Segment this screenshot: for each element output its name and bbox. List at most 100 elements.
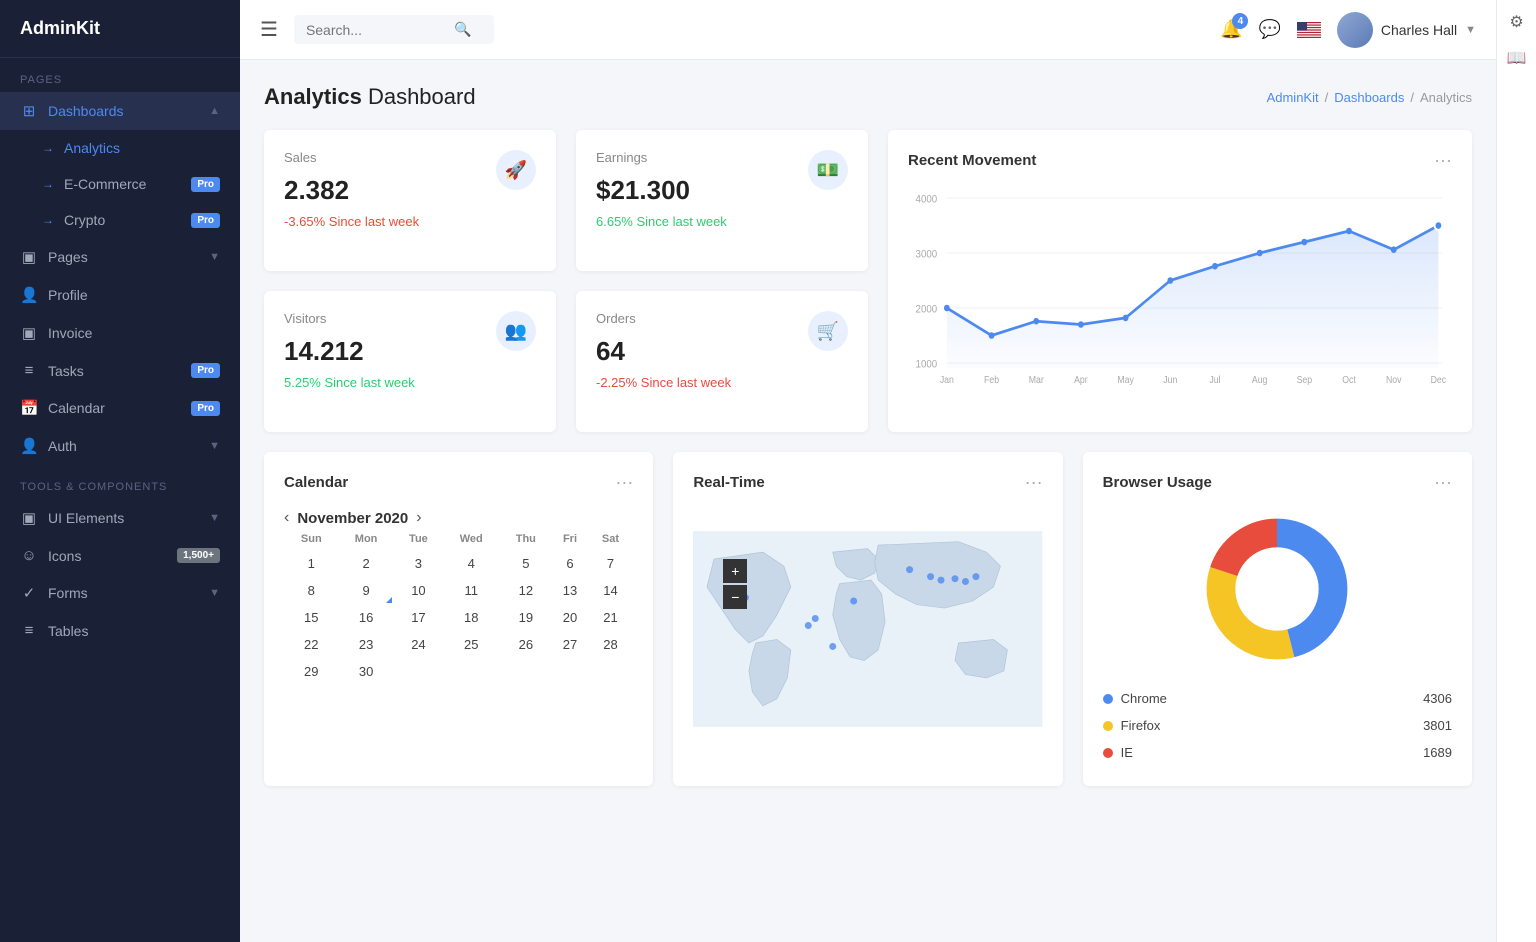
cal-day[interactable]: [443, 659, 499, 684]
cal-day[interactable]: 19: [501, 605, 550, 630]
cal-day[interactable]: 21: [590, 605, 632, 630]
cal-day[interactable]: [552, 659, 587, 684]
arrow-icon: →: [42, 177, 54, 191]
map-zoom-out-button[interactable]: −: [723, 585, 747, 609]
cal-day[interactable]: 27: [552, 632, 587, 657]
cal-day[interactable]: [552, 686, 587, 696]
cal-day[interactable]: 8: [286, 578, 337, 603]
header-right: 🔔 4 💬 Charles Hall ▼: [1220, 12, 1476, 48]
cal-day[interactable]: 2: [339, 551, 394, 576]
sidebar-item-ui-elements[interactable]: ▣ UI Elements ▼: [0, 499, 240, 537]
cal-day[interactable]: [339, 686, 394, 696]
svg-text:Feb: Feb: [984, 374, 999, 385]
cal-day[interactable]: 13: [552, 578, 587, 603]
cal-day-thu: Thu: [501, 529, 550, 549]
browser-title: Browser Usage: [1103, 474, 1212, 491]
cal-day[interactable]: 11: [443, 578, 499, 603]
cal-day[interactable]: [501, 659, 550, 684]
browser-more-button[interactable]: ···: [1434, 472, 1452, 493]
arrow-icon: →: [42, 213, 54, 227]
cal-day[interactable]: [396, 659, 442, 684]
sidebar-item-ecommerce[interactable]: → E-Commerce Pro: [0, 166, 240, 202]
pro-badge: Pro: [191, 213, 220, 228]
cal-next-button[interactable]: ›: [416, 509, 421, 527]
sidebar-item-label: Tasks: [48, 363, 191, 379]
cal-day[interactable]: 24: [396, 632, 442, 657]
sidebar-item-pages[interactable]: ▣ Pages ▼: [0, 238, 240, 276]
svg-text:2000: 2000: [916, 304, 938, 316]
ui-icon: ▣: [20, 509, 38, 527]
earnings-change: 6.65% Since last week: [596, 214, 727, 229]
breadcrumb-current: Analytics: [1420, 90, 1472, 105]
cal-prev-button[interactable]: ‹: [284, 509, 289, 527]
cal-day[interactable]: 5: [501, 551, 550, 576]
user-menu[interactable]: Charles Hall ▼: [1337, 12, 1476, 48]
sidebar-item-label: Profile: [48, 287, 220, 303]
sidebar-item-crypto[interactable]: → Crypto Pro: [0, 202, 240, 238]
cal-day[interactable]: 17: [396, 605, 442, 630]
sidebar-item-auth[interactable]: 👤 Auth ▼: [0, 427, 240, 465]
cal-day[interactable]: [443, 686, 499, 696]
sidebar-item-analytics[interactable]: → Analytics: [0, 130, 240, 166]
cal-day[interactable]: [590, 686, 632, 696]
cal-day[interactable]: [590, 659, 632, 684]
sidebar-item-tasks[interactable]: ≡ Tasks Pro: [0, 352, 240, 389]
sidebar-item-invoice[interactable]: ▣ Invoice: [0, 314, 240, 352]
breadcrumb-dashboards[interactable]: Dashboards: [1334, 90, 1404, 105]
map-zoom-in-button[interactable]: +: [723, 559, 747, 583]
settings-icon[interactable]: ⚙: [1509, 12, 1523, 32]
visitors-change: 5.25% Since last week: [284, 375, 415, 390]
breadcrumb-adminkit[interactable]: AdminKit: [1267, 90, 1319, 105]
sidebar-item-profile[interactable]: 👤 Profile: [0, 276, 240, 314]
cal-day[interactable]: 16: [339, 605, 394, 630]
realtime-more-button[interactable]: ···: [1025, 472, 1043, 493]
orders-label: Orders: [596, 311, 731, 326]
book-icon[interactable]: 📖: [1507, 48, 1527, 68]
browser-name-ie: IE: [1103, 745, 1133, 760]
map-controls: + −: [723, 559, 747, 609]
cal-day[interactable]: 10: [396, 578, 442, 603]
cal-day[interactable]: 26: [501, 632, 550, 657]
cal-day[interactable]: 30: [339, 659, 394, 684]
cal-day[interactable]: 12: [501, 578, 550, 603]
brand-logo: AdminKit: [0, 0, 240, 58]
cal-day[interactable]: 29: [286, 659, 337, 684]
cal-day[interactable]: 1: [286, 551, 337, 576]
cal-day[interactable]: 18: [443, 605, 499, 630]
cal-day[interactable]: 22: [286, 632, 337, 657]
notification-button[interactable]: 🔔 4: [1220, 19, 1242, 40]
cal-day[interactable]: [501, 686, 550, 696]
sidebar-item-label: UI Elements: [48, 510, 209, 526]
search-input[interactable]: [306, 22, 446, 38]
cal-day[interactable]: 20: [552, 605, 587, 630]
calendar-more-button[interactable]: ···: [615, 472, 633, 493]
language-flag[interactable]: [1297, 22, 1321, 38]
sidebar-item-calendar[interactable]: 📅 Calendar Pro: [0, 389, 240, 427]
cal-day[interactable]: 14: [590, 578, 632, 603]
chart-more-button[interactable]: ···: [1434, 150, 1452, 171]
message-icon[interactable]: 💬: [1258, 19, 1280, 40]
search-box: 🔍: [294, 15, 494, 44]
cal-month-year: November 2020: [297, 510, 408, 527]
cal-day[interactable]: 4: [443, 551, 499, 576]
cal-day[interactable]: 9: [339, 578, 394, 603]
cal-day[interactable]: 23: [339, 632, 394, 657]
cal-day[interactable]: 28: [590, 632, 632, 657]
cal-day[interactable]: [396, 686, 442, 696]
cal-day[interactable]: [286, 686, 337, 696]
user-chevron-icon: ▼: [1465, 24, 1476, 36]
cal-day[interactable]: 3: [396, 551, 442, 576]
browser-item-chrome: Chrome 4306: [1103, 685, 1452, 712]
profile-icon: 👤: [20, 286, 38, 304]
cal-day[interactable]: 25: [443, 632, 499, 657]
sidebar-item-dashboards[interactable]: ⊞ Dashboards ▲: [0, 92, 240, 130]
sidebar-item-forms[interactable]: ✓ Forms ▼: [0, 574, 240, 612]
sidebar-item-tables[interactable]: ≡ Tables: [0, 612, 240, 649]
cal-day[interactable]: 6: [552, 551, 587, 576]
sidebar-item-icons[interactable]: ☺ Icons 1,500+: [0, 537, 240, 574]
cal-day[interactable]: 7: [590, 551, 632, 576]
realtime-header: Real-Time ···: [693, 472, 1042, 493]
cal-day[interactable]: 15: [286, 605, 337, 630]
menu-toggle-icon[interactable]: ☰: [260, 17, 278, 42]
arrow-icon: →: [42, 141, 54, 155]
